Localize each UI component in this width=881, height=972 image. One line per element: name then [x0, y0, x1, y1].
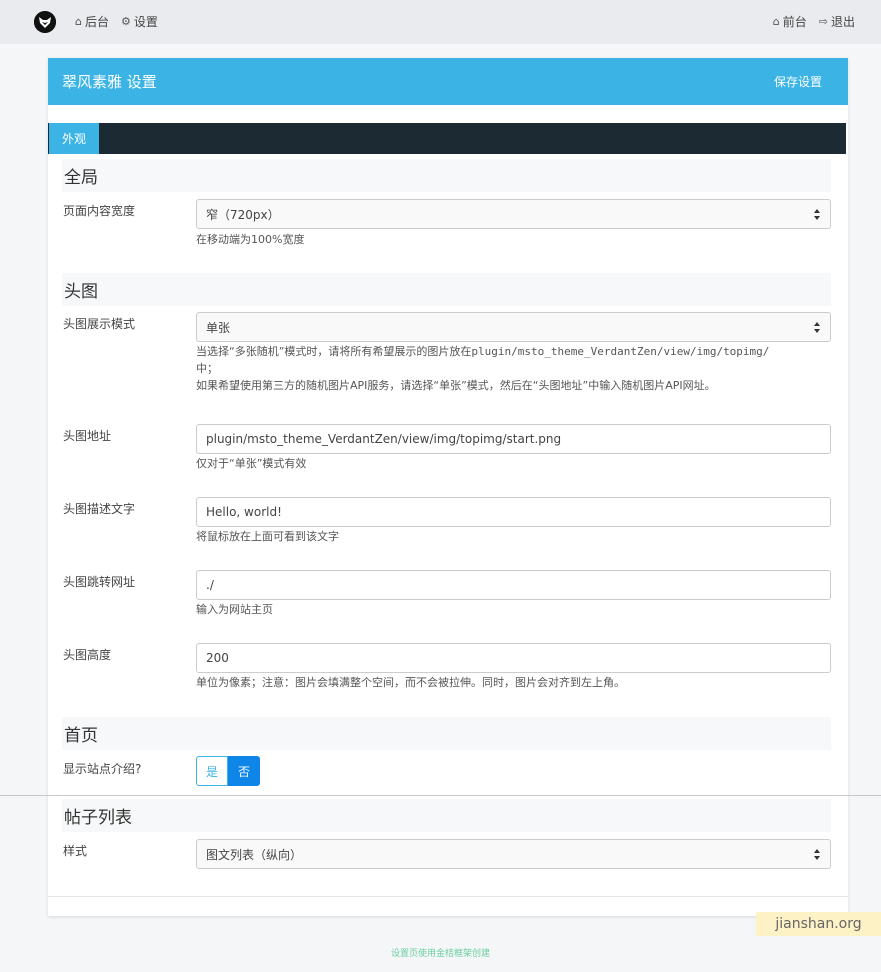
select-caret-icon: [814, 209, 820, 220]
header-mode-help-suffix: 中；: [196, 362, 218, 375]
header-height-help: 单位为像素；注意：图片会填满整个空间，而不会被拉伸。同时，图片会对齐到左上角。: [196, 676, 625, 689]
tab-appearance[interactable]: 外观: [49, 123, 99, 154]
nav-settings-label: 设置: [133, 15, 158, 29]
header-url-value: plugin/msto_theme_VerdantZen/view/img/to…: [206, 432, 562, 446]
header-height-input[interactable]: 200: [196, 643, 831, 673]
tab-bar: 外观: [48, 123, 846, 154]
nav-logout-link[interactable]: ⇨ 退出: [819, 13, 855, 30]
top-navbar: ⌂ 后台 ⚙ 设置 ⌂ 前台 ⇨ 退出: [0, 0, 881, 44]
logout-icon: ⇨: [818, 15, 828, 28]
content-width-help: 在移动端为100%宽度: [196, 233, 305, 246]
settings-panel: 翠风素雅 设置 保存设置 外观 全局 页面内容宽度 窄（720px） 在移动端为…: [48, 58, 848, 916]
header-mode-help-text: 当选择“多张随机”模式时，请将所有希望展示的图片放在: [196, 345, 472, 358]
header-link-input[interactable]: ./: [196, 570, 831, 600]
nav-backend-label: 后台: [84, 15, 109, 29]
site-logo[interactable]: [34, 11, 56, 33]
header-link-value: ./: [206, 578, 214, 592]
header-url-input[interactable]: plugin/msto_theme_VerdantZen/view/img/to…: [196, 424, 831, 454]
site-intro-yes-button[interactable]: 是: [196, 756, 228, 786]
nav-settings-link[interactable]: ⚙ 设置: [121, 13, 158, 30]
nav-frontend-label: 前台: [782, 15, 807, 29]
nav-backend-link[interactable]: ⌂ 后台: [75, 13, 109, 30]
page-title: 翠风素雅 设置: [62, 73, 157, 91]
header-desc-label: 头图描述文字: [63, 502, 136, 516]
post-style-value: 图文列表（纵向）: [206, 847, 303, 862]
post-style-select[interactable]: 图文列表（纵向）: [196, 839, 831, 869]
content-width-label: 页面内容宽度: [63, 204, 136, 218]
post-style-label: 样式: [63, 844, 88, 858]
header-desc-help: 将鼠标放在上面可看到该文字: [196, 530, 339, 543]
nav-logout-label: 退出: [830, 15, 855, 29]
header-desc-value: Hello, world!: [206, 505, 282, 519]
header-desc-input[interactable]: Hello, world!: [196, 497, 831, 527]
section-home-heading: 首页: [62, 717, 831, 750]
content-width-select[interactable]: 窄（720px）: [196, 199, 831, 229]
home-icon: ⌂: [772, 15, 780, 28]
select-caret-icon: [814, 322, 820, 333]
header-height-value: 200: [206, 651, 229, 665]
panel-footer-divider: [48, 896, 848, 897]
header-url-help: 仅对于“单张”模式有效: [196, 457, 307, 470]
header-link-label: 头图跳转网址: [63, 575, 136, 589]
header-mode-label: 头图展示模式: [63, 317, 136, 331]
fox-logo-icon: [34, 11, 56, 33]
header-link-help: 输入为网站主页: [196, 603, 273, 616]
header-mode-help-path: plugin/msto_theme_VerdantZen/view/img/to…: [471, 345, 770, 358]
save-settings-button[interactable]: 保存设置: [774, 73, 822, 90]
select-caret-icon: [814, 849, 820, 860]
site-intro-label: 显示站点介绍?: [63, 762, 142, 776]
panel-header: 翠风素雅 设置 保存设置: [48, 58, 848, 105]
watermark: jianshan.org: [756, 912, 881, 936]
section-header-heading: 头图: [62, 273, 831, 306]
section-postlist-heading: 帖子列表: [62, 799, 831, 832]
gear-icon: ⚙: [121, 15, 131, 28]
site-intro-toggle: 是 否: [196, 756, 260, 786]
header-mode-value: 单张: [206, 320, 231, 335]
header-mode-help-api: 如果希望使用第三方的随机图片API服务，请选择“单张”模式，然后在“头图地址”中…: [196, 379, 716, 392]
section-global-heading: 全局: [62, 159, 831, 192]
header-mode-help: 当选择“多张随机”模式时，请将所有希望展示的图片放在plugin/msto_th…: [196, 343, 816, 394]
site-intro-no-button[interactable]: 否: [228, 756, 260, 786]
page-divider: [0, 795, 881, 796]
content-width-value: 窄（720px）: [206, 207, 280, 222]
home-icon: ⌂: [75, 15, 82, 28]
header-url-label: 头图地址: [63, 429, 112, 443]
header-height-label: 头图高度: [63, 648, 112, 662]
header-mode-select[interactable]: 单张: [196, 312, 831, 342]
footer-credit: 设置页使用金桔框架创建: [390, 949, 490, 959]
nav-frontend-link[interactable]: ⌂ 前台: [773, 13, 807, 30]
